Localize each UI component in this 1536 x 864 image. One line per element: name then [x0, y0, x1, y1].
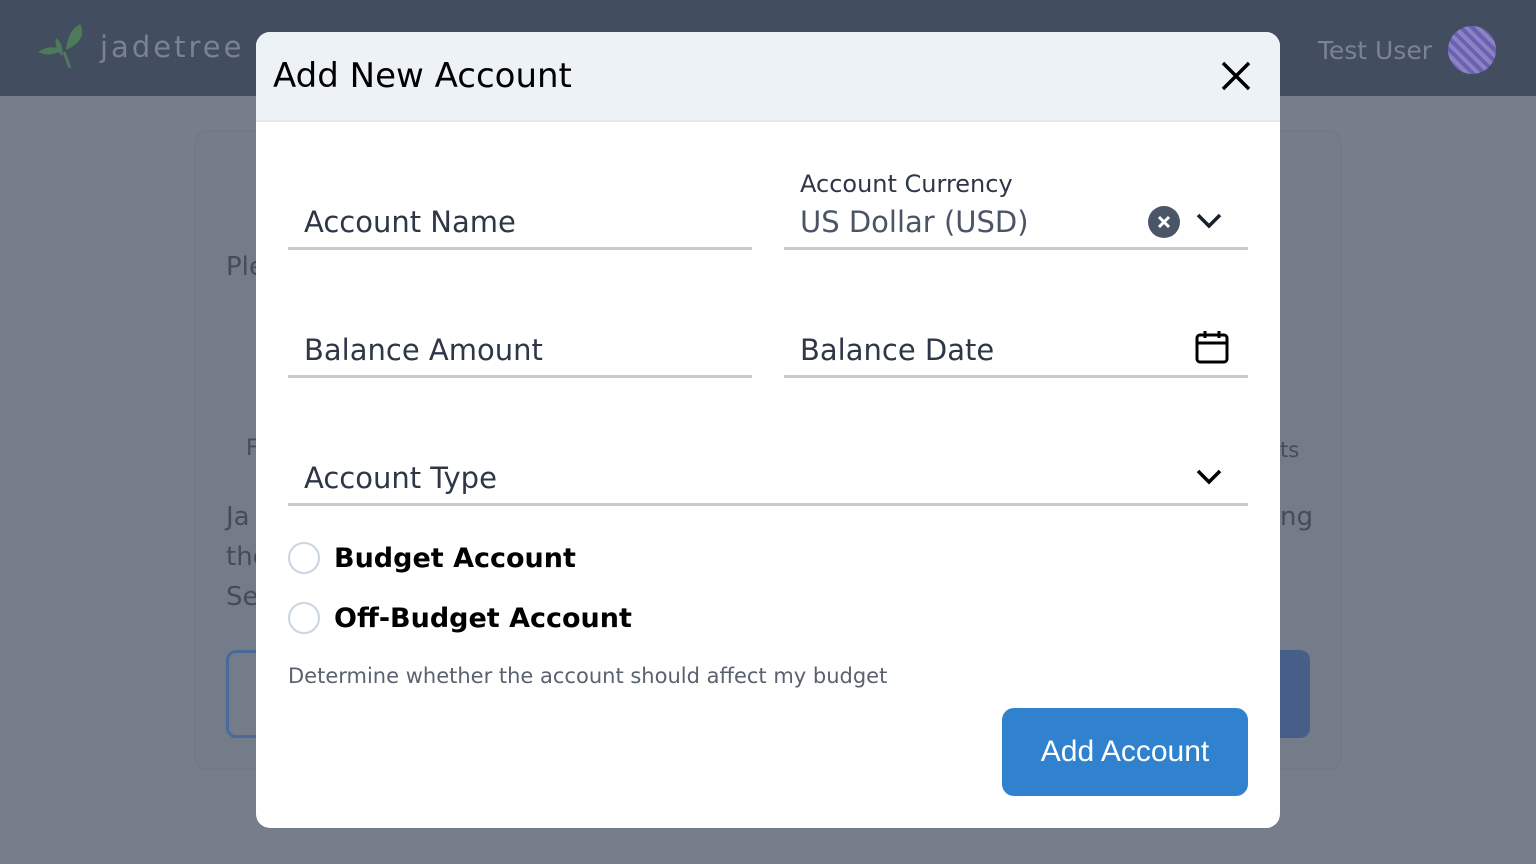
currency-value: US Dollar (USD) — [800, 205, 1029, 239]
avatar[interactable] — [1448, 26, 1496, 74]
budget-account-radio[interactable]: Budget Account — [288, 542, 576, 574]
background-text: Se — [226, 582, 259, 612]
add-account-button[interactable]: Add Account — [1002, 708, 1248, 796]
balance-date-input[interactable]: Balance Date — [784, 331, 1248, 378]
close-button[interactable] — [1216, 56, 1256, 96]
account-type-select[interactable]: Account Type — [288, 461, 1248, 506]
chevron-down-icon[interactable] — [1196, 213, 1222, 229]
calendar-icon[interactable] — [1194, 329, 1230, 365]
account-name-input[interactable]: Account Name — [288, 205, 752, 250]
modal-title: Add New Account — [273, 56, 572, 96]
background-text: ts — [1280, 438, 1300, 462]
balance-date-placeholder: Balance Date — [800, 333, 995, 367]
currency-label: Account Currency — [800, 170, 1013, 198]
modal-header: Add New Account — [256, 32, 1280, 122]
clear-icon[interactable] — [1148, 206, 1180, 238]
close-icon — [1221, 61, 1251, 91]
help-text: Determine whether the account should aff… — [288, 664, 888, 688]
user-menu[interactable]: Test User — [1318, 26, 1496, 74]
off-budget-account-radio[interactable]: Off-Budget Account — [288, 602, 632, 634]
chevron-down-icon[interactable] — [1196, 469, 1222, 485]
radio-circle[interactable] — [288, 542, 320, 574]
account-name-placeholder: Account Name — [304, 205, 516, 239]
balance-amount-input[interactable]: Balance Amount — [288, 333, 752, 378]
balance-amount-placeholder: Balance Amount — [304, 333, 543, 367]
account-type-placeholder: Account Type — [304, 461, 497, 495]
radio-circle[interactable] — [288, 602, 320, 634]
currency-select[interactable]: Account Currency US Dollar (USD) — [784, 170, 1248, 250]
add-account-modal: Add New Account Account Name Account Cur… — [256, 32, 1280, 828]
background-text: ng — [1280, 502, 1313, 532]
radio-label: Off-Budget Account — [334, 602, 632, 634]
brand-name: jadetree — [100, 30, 245, 64]
leaf-logo-icon — [38, 24, 83, 69]
radio-label: Budget Account — [334, 542, 576, 574]
logo[interactable]: jadetree — [36, 24, 244, 70]
background-text: Ja — [226, 502, 250, 532]
user-name: Test User — [1317, 35, 1432, 65]
